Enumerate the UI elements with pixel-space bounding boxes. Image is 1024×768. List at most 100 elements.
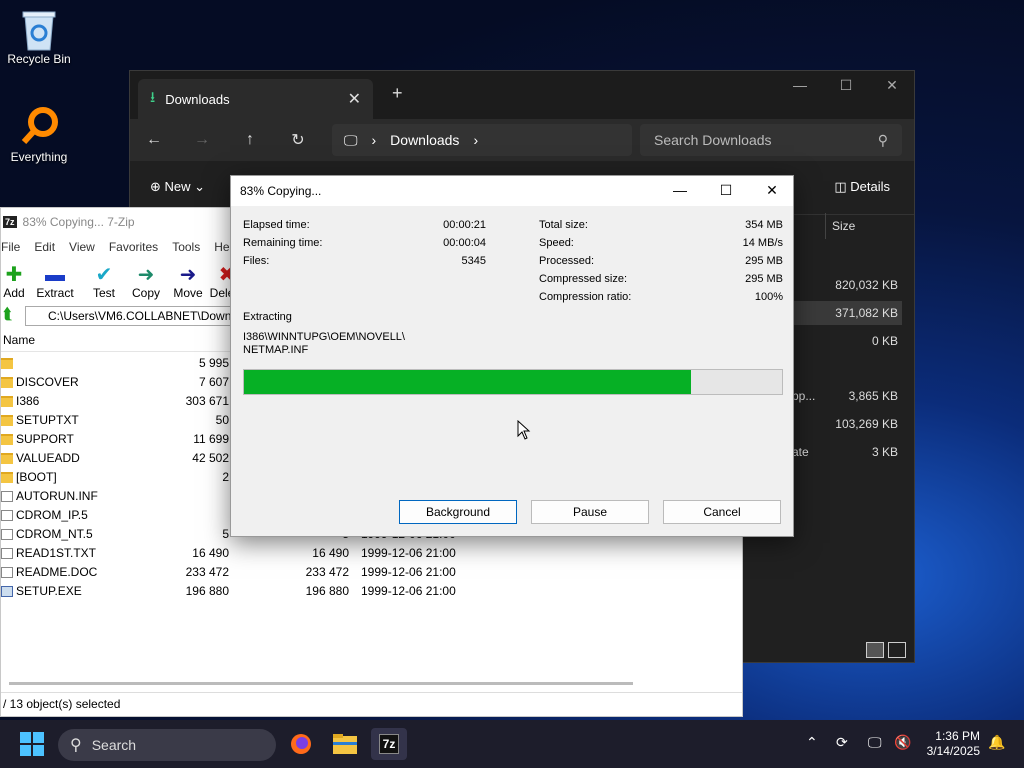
- taskbar: ⚲ Search 7z ⌃ ⟳ 🖵 🔇 1:36 PM 3/14/2025 🔔: [0, 720, 1024, 768]
- volume-muted-icon[interactable]: 🔇: [894, 734, 911, 751]
- menu-favorites[interactable]: Favorites: [109, 240, 158, 254]
- horizontal-scrollbar[interactable]: [9, 682, 633, 685]
- move-button[interactable]: ➜ Move: [167, 264, 209, 300]
- close-tab-icon[interactable]: ✕: [348, 89, 361, 109]
- back-icon[interactable]: ←: [130, 131, 178, 149]
- notification-bell-icon[interactable]: 🔔: [988, 734, 1005, 751]
- stat-value: 14 MB/s: [742, 237, 783, 249]
- item-size: 233 472: [185, 565, 229, 579]
- item-size: 11 699: [193, 432, 229, 446]
- clock[interactable]: 1:36 PM 3/14/2025: [927, 729, 980, 759]
- up-icon[interactable]: ↑: [226, 131, 274, 149]
- up-folder-icon[interactable]: ⮬: [3, 306, 13, 324]
- progress-fill: [244, 370, 691, 394]
- background-button[interactable]: Background: [399, 500, 517, 524]
- list-item[interactable]: READ1ST.TXT 16 490 16 490 1999-12-06 21:00: [1, 544, 501, 563]
- refresh-icon[interactable]: ↻: [274, 130, 322, 150]
- forward-icon[interactable]: →: [178, 131, 226, 149]
- minimize-icon[interactable]: —: [777, 77, 823, 93]
- item-modified: 1999-12-06 21:00: [361, 584, 456, 598]
- search-input[interactable]: Search Downloads ⚲: [640, 124, 902, 156]
- menu-edit[interactable]: Edit: [34, 240, 55, 254]
- everything-shortcut[interactable]: Everything: [1, 106, 77, 164]
- file-type-fragment: pp...: [792, 389, 816, 403]
- minimize-icon[interactable]: —: [665, 182, 695, 198]
- path-input[interactable]: C:\Users\VM6.COLLABNET\Downl: [25, 306, 245, 326]
- mouse-cursor-icon: [517, 420, 531, 440]
- address-bar[interactable]: 🖵 › Downloads ›: [332, 124, 632, 156]
- file-size: 3,865 KB: [848, 389, 898, 403]
- item-packed-size: 233 472: [305, 565, 349, 579]
- item-name: SETUP.EXE: [16, 584, 82, 598]
- folder-icon: [1, 434, 13, 445]
- file-explorer-icon[interactable]: [327, 728, 363, 760]
- menu-file[interactable]: File: [1, 240, 20, 254]
- 7zip-icon[interactable]: 7z: [371, 728, 407, 760]
- item-size: 5 995: [198, 356, 229, 370]
- sync-icon[interactable]: ⟳: [836, 734, 848, 751]
- file-icon: [1, 510, 13, 521]
- folder-icon: [1, 377, 13, 388]
- details-button[interactable]: ◫ Details: [834, 179, 890, 195]
- file-type-fragment: ate: [792, 445, 809, 459]
- download-icon: ⭳: [150, 88, 156, 106]
- chevron-right-icon: ›: [473, 132, 479, 148]
- tab-downloads[interactable]: ⭳ Downloads ✕: [138, 79, 373, 119]
- stat-label: Processed:: [539, 255, 595, 267]
- current-file-name: NETMAP.INF: [243, 344, 309, 356]
- windows-start-icon[interactable]: [20, 732, 44, 756]
- recycle-bin-shortcut[interactable]: Recycle Bin: [1, 8, 77, 66]
- add-button[interactable]: ✚ Add: [1, 264, 27, 300]
- column-name[interactable]: Name: [1, 333, 153, 347]
- view-toggle: [866, 642, 906, 658]
- stat-label: Total size:: [539, 219, 588, 231]
- stat-value: 100%: [754, 291, 783, 303]
- maximize-icon[interactable]: ☐: [823, 77, 869, 94]
- item-name: SUPPORT: [16, 432, 74, 446]
- firefox-icon[interactable]: [283, 728, 319, 760]
- new-button[interactable]: ⊕ New ⌄: [150, 179, 205, 195]
- item-size: 7 607: [198, 375, 229, 389]
- clock-date: 3/14/2025: [926, 744, 980, 758]
- chevron-up-icon[interactable]: ⌃: [806, 734, 818, 751]
- file-size: 0 KB: [871, 334, 898, 348]
- 7zip-app-icon: 7z: [3, 216, 17, 228]
- menu-view[interactable]: View: [69, 240, 95, 254]
- tiles-view-icon[interactable]: [888, 642, 906, 658]
- stat-value: 00:00:04: [443, 237, 486, 249]
- pause-button[interactable]: Pause: [531, 500, 649, 524]
- copy-progress-dialog: 83% Copying... — ☐ ✕ Elapsed time: 00:00:…: [230, 175, 794, 537]
- copy-button[interactable]: ➜ Copy: [125, 264, 167, 300]
- close-icon[interactable]: ✕: [757, 182, 787, 199]
- file-icon: [1, 567, 13, 578]
- details-view-icon[interactable]: [866, 642, 884, 658]
- close-window-icon[interactable]: ✕: [869, 77, 915, 94]
- taskbar-search-label: Search: [91, 737, 137, 753]
- current-file-path: I386\WINNTUPG\OEM\NOVELL\: [243, 331, 405, 343]
- breadcrumb-downloads[interactable]: Downloads: [390, 132, 459, 148]
- list-item[interactable]: README.DOC 233 472 233 472 1999-12-06 21:00: [1, 563, 501, 582]
- stat-value: 295 MB: [745, 255, 783, 267]
- network-icon[interactable]: 🖵: [868, 734, 882, 751]
- item-name: SETUPTXT: [16, 413, 79, 427]
- test-button[interactable]: ✔ Test: [83, 264, 125, 300]
- operation-label: Extracting: [243, 311, 292, 323]
- item-name: CDROM_NT.5: [16, 527, 93, 541]
- maximize-icon[interactable]: ☐: [711, 182, 741, 199]
- cancel-button[interactable]: Cancel: [663, 500, 781, 524]
- details-pane-icon: ◫: [834, 179, 847, 194]
- extract-button[interactable]: ▬ Extract: [27, 264, 83, 300]
- item-size: 303 671: [185, 394, 229, 408]
- folder-icon: [1, 396, 13, 407]
- 7zip-title: 83% Copying... 7-Zip: [22, 215, 135, 229]
- list-item[interactable]: SETUP.EXE 196 880 196 880 1999-12-06 21:00: [1, 582, 501, 601]
- new-tab-icon[interactable]: +: [392, 83, 403, 104]
- item-size: 196 880: [185, 584, 229, 598]
- move-label: Move: [173, 286, 203, 300]
- item-size: 2: [222, 470, 229, 484]
- taskbar-search[interactable]: ⚲ Search: [58, 729, 276, 761]
- minus-icon: ▬: [45, 264, 65, 286]
- this-pc-icon: 🖵: [344, 131, 358, 148]
- column-header-size[interactable]: Size: [825, 213, 905, 239]
- menu-tools[interactable]: Tools: [172, 240, 200, 254]
